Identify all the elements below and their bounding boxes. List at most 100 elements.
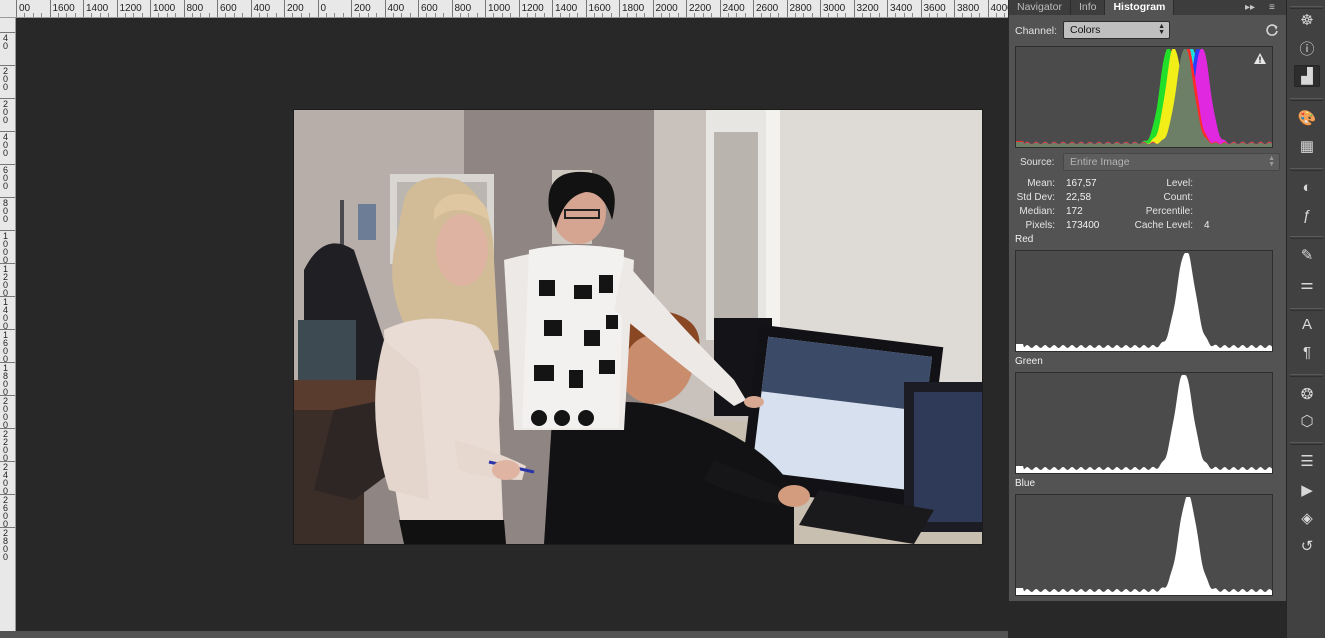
ruler-tick-label: 1 4 0 0 (3, 297, 9, 331)
ruler-minor-tick (535, 13, 537, 17)
adjustments-icon[interactable]: ◐ (1294, 176, 1320, 198)
ruler-tick-label: 2600 (756, 3, 779, 14)
history-icon[interactable]: ↺ (1294, 535, 1320, 557)
ruler-tick: 1600 (49, 0, 75, 17)
ruler-tick: 3800 (954, 0, 979, 17)
ruler-minor-tick (443, 13, 445, 17)
panel-menu-icon[interactable]: ≡ (1269, 0, 1275, 15)
ruler-minor-tick (794, 13, 796, 17)
ruler-minor-tick (334, 13, 336, 17)
properties-icon[interactable]: ☰ (1294, 450, 1320, 472)
red-histogram[interactable] (1015, 250, 1273, 352)
stat-cache-level-value: 4 (1204, 220, 1210, 231)
ruler-tick-label: 2 0 0 0 (3, 396, 9, 430)
histogram-icon[interactable]: ▟ (1294, 65, 1320, 87)
green-histogram-graph (1016, 375, 1272, 473)
ruler-minor-tick (568, 13, 570, 17)
ruler-minor-tick (501, 13, 503, 17)
ruler-minor-tick (602, 13, 604, 17)
panel-group-grip[interactable] (1290, 374, 1323, 377)
panel-group-grip[interactable] (1290, 236, 1323, 239)
collapse-panels-icon[interactable]: ▸▸ (1245, 0, 1255, 15)
actions-icon[interactable]: ▶ (1294, 479, 1320, 501)
channels-icon[interactable]: ❂ (1294, 383, 1320, 405)
channel-label: Channel: (1015, 25, 1058, 37)
character-icon[interactable]: A (1294, 313, 1320, 335)
horizontal-ruler[interactable]: 00 1600 1400 1200 1000 800 600 400 200 0 200 400 600… (0, 0, 1008, 18)
paths-icon[interactable]: ⬡ (1294, 410, 1320, 432)
ruler-tick: 3200 (853, 0, 879, 17)
source-select[interactable]: Entire Image ▲ ▼ (1063, 153, 1280, 171)
ruler-tick: 2 0 0 (0, 98, 15, 125)
brush-icon[interactable]: ✎ (1294, 244, 1320, 266)
stat-cache-level-label: Cache Level: (1134, 220, 1193, 231)
ruler-tick: 200 (284, 0, 304, 17)
styles-icon[interactable]: ƒ (1294, 204, 1320, 226)
source-label: Source: (1020, 157, 1055, 168)
blue-histogram[interactable] (1015, 494, 1273, 596)
ruler-tick-label: 1400 (86, 3, 109, 14)
ruler-tick: 1000 (485, 0, 510, 17)
ruler-minor-tick (593, 13, 595, 17)
histogram-fill (1016, 253, 1272, 351)
brush-presets-icon[interactable]: ⚌ (1294, 273, 1320, 295)
ruler-minor-tick (644, 13, 646, 17)
ruler-minor-tick (376, 13, 378, 17)
document-image[interactable] (294, 110, 982, 544)
canvas-area[interactable] (17, 19, 1008, 638)
channel-select[interactable]: Colors ▲ ▼ (1063, 21, 1170, 39)
blue-histogram-graph (1016, 497, 1272, 595)
ruler-minor-tick (275, 13, 277, 17)
histogram-fill (1016, 375, 1272, 473)
ruler-tick: 1 4 0 0 (0, 296, 15, 331)
composite-histogram[interactable] (1015, 46, 1273, 148)
tab-navigator[interactable]: Navigator (1009, 0, 1071, 15)
ruler-tick: 800 (183, 0, 203, 17)
panel-icon-strip: ☸ ⓘ ▟ 🎨 ▦ ◐ ƒ ✎ ⚌ A ¶ ❂ ⬡ ☰ ▶ ◈ ↺ (1286, 0, 1325, 638)
vertical-ruler[interactable]: 4 0 2 0 0 2 0 0 4 0 0 6 0 0 8 0 0 1 0 0 01 2 0… (0, 18, 16, 638)
ruler-minor-tick (803, 13, 805, 17)
ruler-tick: 4000 (987, 0, 1008, 17)
compass-icon[interactable]: ☸ (1294, 9, 1320, 31)
ruler-minor-tick (225, 13, 227, 17)
ruler-tick-label: 1 6 0 0 (3, 330, 9, 364)
ruler-tick-label: 2400 (722, 3, 745, 14)
ruler-minor-tick (292, 13, 294, 17)
palette-icon[interactable]: 🎨 (1294, 107, 1320, 129)
cache-warning-icon[interactable] (1254, 53, 1266, 67)
swatches-icon[interactable]: ▦ (1294, 135, 1320, 157)
ruler-tick: 1800 (619, 0, 644, 17)
ruler-minor-tick (845, 13, 847, 17)
ruler-tick-label: 1 2 0 0 (3, 264, 9, 298)
ruler-minor-tick (208, 13, 210, 17)
ruler-tick: 3000 (820, 0, 845, 17)
ruler-minor-tick (727, 13, 729, 17)
ruler-minor-tick (493, 13, 495, 17)
tab-histogram[interactable]: Histogram (1105, 0, 1175, 15)
ruler-minor-tick (24, 13, 26, 17)
green-histogram[interactable] (1015, 372, 1273, 474)
channel-select-value: Colors (1070, 24, 1101, 36)
ruler-minor-tick (141, 13, 143, 17)
ruler-minor-tick (878, 13, 880, 17)
layers-icon[interactable]: ◈ (1294, 507, 1320, 529)
refresh-icon[interactable] (1265, 23, 1279, 40)
ruler-tick: 2800 (786, 0, 812, 17)
panel-group-grip[interactable] (1290, 98, 1323, 101)
ruler-tick: 1200 (518, 0, 544, 17)
panel-tabbar: Navigator Info Histogram ▸▸ ≡ (1009, 0, 1286, 15)
paragraph-icon[interactable]: ¶ (1294, 341, 1320, 363)
ruler-tick-label: 2200 (689, 3, 712, 14)
info-icon[interactable]: ⓘ (1294, 37, 1320, 59)
ruler-tick-label: 1600 (588, 3, 611, 14)
panel-group-grip[interactable] (1290, 168, 1323, 171)
ruler-minor-tick (133, 13, 135, 17)
panel-group-grip[interactable] (1290, 442, 1323, 445)
tab-info[interactable]: Info (1071, 0, 1106, 15)
panel-group-grip[interactable] (1290, 308, 1323, 311)
ruler-tick: 6 0 0 (0, 164, 15, 191)
ruler-tick: 2600 (753, 0, 778, 17)
ruler-minor-tick (577, 13, 579, 17)
histogram-panel: Navigator Info Histogram ▸▸ ≡ Channel: C… (1008, 0, 1286, 601)
ruler-tick: 0 (317, 0, 326, 17)
